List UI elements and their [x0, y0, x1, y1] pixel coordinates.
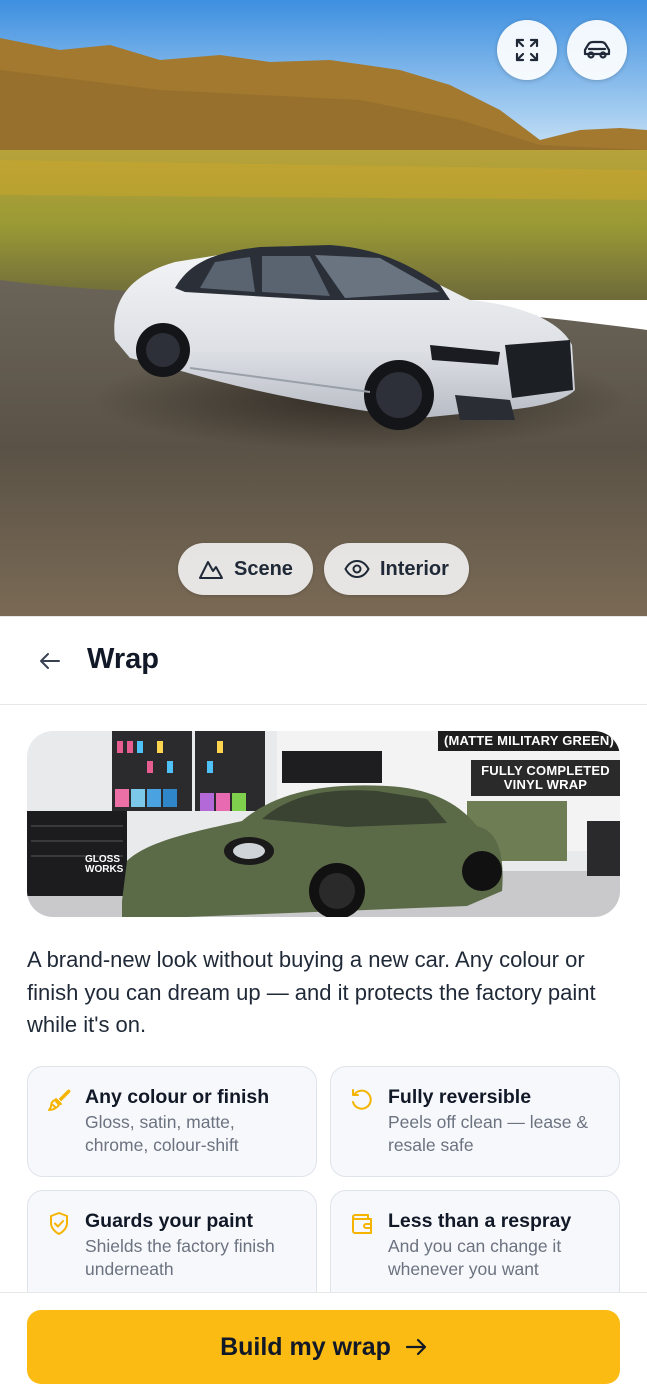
feature-title: Less than a respray	[388, 1210, 572, 1232]
feature-subtitle: And you can change it whenever you want	[388, 1236, 562, 1279]
car-3d-viewer[interactable]: Scene Interior	[0, 0, 647, 616]
car-scene-render	[0, 0, 647, 616]
garage-wrapped-car-photo	[27, 731, 620, 917]
shield-check-icon	[50, 1212, 68, 1235]
build-wrap-button[interactable]: Build my wrap	[27, 1310, 620, 1384]
wrap-promo-image: (MATTE MILITARY GREEN) FULLY COMPLETED V…	[27, 731, 620, 917]
feature-card-reversible: Fully reversible Peels off clean — lease…	[330, 1066, 620, 1177]
arrow-right-icon	[405, 1338, 427, 1356]
expand-icon	[515, 38, 539, 62]
wrap-status-line1: FULLY COMPLETED	[481, 763, 610, 778]
feature-subtitle: Gloss, satin, matte, chrome, colour-shif…	[85, 1112, 239, 1155]
arrow-left-icon	[40, 653, 60, 669]
feature-card-colour: Any colour or finish Gloss, satin, matte…	[27, 1066, 317, 1177]
scene-label: Scene	[234, 557, 293, 580]
mountain-icon	[199, 561, 223, 579]
feature-title: Fully reversible	[388, 1086, 532, 1108]
build-wrap-label: Build my wrap	[220, 1332, 391, 1361]
interior-label: Interior	[380, 557, 449, 580]
scene-button[interactable]: Scene	[178, 543, 313, 595]
fullscreen-button[interactable]	[497, 20, 557, 80]
bottom-action-bar: Build my wrap	[0, 1292, 647, 1400]
gloss-works-line2: WORKS	[85, 864, 124, 875]
wrap-color-badge: (MATTE MILITARY GREEN)	[437, 731, 620, 751]
wrap-description: A brand-new look without buying a new ca…	[27, 947, 596, 1037]
wallet-icon	[352, 1214, 372, 1234]
car-view-button[interactable]	[567, 20, 627, 80]
car-icon	[583, 40, 611, 59]
page-title: Wrap	[87, 643, 159, 675]
feature-subtitle: Peels off clean — lease & resale safe	[388, 1112, 589, 1155]
feature-title: Any colour or finish	[85, 1086, 270, 1108]
gloss-works-logo: GLOSS WORKS	[85, 855, 123, 875]
page-header: Wrap	[0, 616, 647, 705]
paint-brush-icon	[48, 1089, 71, 1111]
wrap-status-badge: FULLY COMPLETED VINYL WRAP	[471, 760, 620, 796]
feature-subtitle: Shields the factory finish underneath	[85, 1236, 275, 1279]
undo-icon	[352, 1089, 372, 1110]
feature-title: Guards your paint	[85, 1210, 253, 1232]
back-button[interactable]	[36, 647, 64, 675]
wrap-status-line2: VINYL WRAP	[503, 777, 588, 792]
eye-icon	[344, 559, 370, 579]
interior-button[interactable]: Interior	[324, 543, 469, 595]
